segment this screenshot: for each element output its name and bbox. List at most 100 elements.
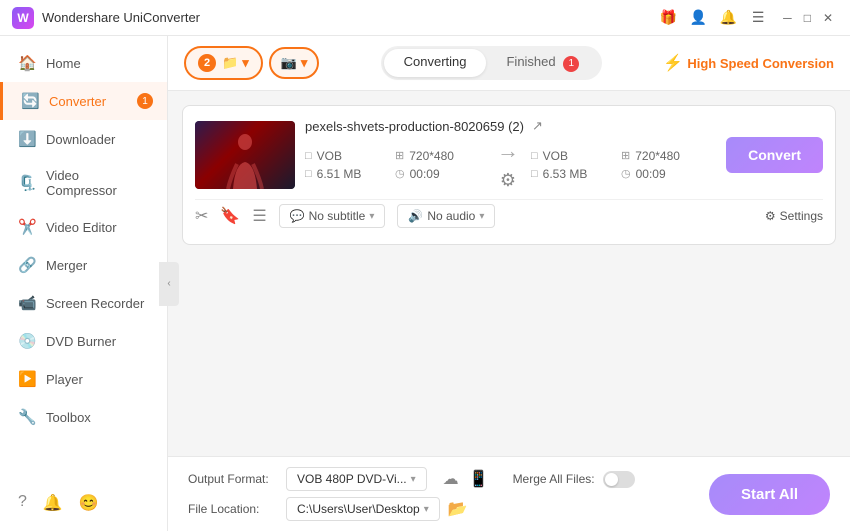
convert-button[interactable]: Convert (726, 137, 823, 173)
sidebar-item-player[interactable]: ▶️ Player (0, 360, 167, 398)
sidebar-label-editor: Video Editor (46, 220, 117, 235)
target-format-item: □ VOB (531, 149, 621, 163)
source-format: VOB (317, 149, 342, 163)
bolt-icon: ⚡ (663, 53, 683, 73)
output-format-label: Output Format: (188, 472, 278, 486)
add-files-label: ▾ (242, 55, 249, 71)
file-row-main: pexels-shvets-production-8020659 (2) ↗ □… (195, 118, 823, 191)
target-duration: 00:09 (636, 167, 666, 181)
source-duration: 00:09 (410, 167, 440, 181)
sidebar-item-dvd-burner[interactable]: 💿 DVD Burner (0, 322, 167, 360)
main-layout: 🏠 Home 🔄 Converter 1 ⬇️ Downloader 🗜️ Vi… (0, 36, 850, 531)
sidebar-bottom: ? 🔔 😊 (0, 483, 167, 523)
titlebar: W Wondershare UniConverter 🎁 👤 🔔 ☰ ─ □ ✕ (0, 0, 850, 36)
maximize-button[interactable]: □ (799, 9, 816, 27)
target-resolution: 720*480 (635, 149, 680, 163)
settings-gear-icon[interactable]: ⚙ (500, 170, 516, 191)
arrow-right-icon: → (497, 138, 519, 164)
sidebar-collapse-button[interactable]: ‹ (159, 262, 179, 306)
target-duration-icon: ◷ (621, 167, 631, 180)
sidebar-item-toolbox[interactable]: 🔧 Toolbox (0, 398, 167, 436)
gift-icon[interactable]: 🎁 (660, 10, 676, 26)
start-all-button[interactable]: Start All (709, 474, 830, 515)
merger-icon: 🔗 (18, 256, 36, 274)
finished-badge: 1 (563, 56, 579, 72)
recorder-icon: 📹 (18, 294, 36, 312)
close-button[interactable]: ✕ (818, 9, 838, 27)
minimize-button[interactable]: ─ (778, 9, 797, 27)
sidebar-label-compressor: Video Compressor (46, 168, 149, 198)
settings-icon: ⚙ (765, 209, 776, 223)
target-specs: □ VOB □ 6.53 MB (531, 149, 621, 181)
bottom-bar: Output Format: VOB 480P DVD-Vi... ▾ ☁ 📱 … (168, 456, 850, 531)
downloader-icon: ⬇️ (18, 130, 36, 148)
window-controls: ─ □ ✕ (778, 9, 838, 27)
high-speed-button[interactable]: ⚡ High Speed Conversion (663, 53, 834, 73)
titlebar-left: W Wondershare UniConverter (12, 7, 200, 29)
sidebar-item-converter[interactable]: 🔄 Converter 1 (0, 82, 167, 120)
feedback-icon[interactable]: 😊 (79, 493, 99, 513)
device-icon[interactable]: 📱 (469, 469, 489, 489)
size-icon: □ (305, 168, 312, 180)
bell-icon[interactable]: 🔔 (720, 10, 736, 26)
toolbar-tabs: Converting Finished 1 (381, 46, 603, 80)
target-size-icon: □ (531, 168, 538, 180)
notification-icon[interactable]: 🔔 (43, 493, 63, 513)
sidebar-item-video-editor[interactable]: ✂️ Video Editor (0, 208, 167, 246)
audio-select[interactable]: 🔊 No audio ▾ (397, 204, 495, 228)
add-files-icon: 📁 (222, 55, 238, 71)
file-specs: □ VOB □ 6.51 MB ⊞ (305, 138, 716, 191)
screenshot-icon: 📷 (281, 55, 297, 71)
subtitle-select[interactable]: 💬 No subtitle ▾ (279, 204, 386, 228)
output-format-select[interactable]: VOB 480P DVD-Vi... ▾ (286, 467, 427, 491)
file-info: pexels-shvets-production-8020659 (2) ↗ □… (305, 118, 716, 191)
user-icon[interactable]: 👤 (690, 10, 706, 26)
sidebar-item-screen-recorder[interactable]: 📹 Screen Recorder (0, 284, 167, 322)
source-format-item: □ VOB (305, 149, 395, 163)
editor-icon: ✂️ (18, 218, 36, 236)
tab-converting[interactable]: Converting (384, 49, 487, 77)
screenshot-caret: ▾ (301, 55, 308, 71)
target-resolution-icon: ⊞ (621, 149, 630, 162)
silhouette-svg (225, 134, 265, 189)
merge-toggle[interactable] (603, 471, 635, 488)
file-location-select[interactable]: C:\Users\User\Desktop ▾ (286, 497, 440, 521)
sidebar-item-video-compressor[interactable]: 🗜️ Video Compressor (0, 158, 167, 208)
sidebar-label-player: Player (46, 372, 83, 387)
menu-icon[interactable]: ☰ (750, 10, 766, 26)
format-action-icons: ☁ 📱 (443, 469, 489, 489)
add-screenshot-button[interactable]: 📷 ▾ (269, 47, 320, 79)
audio-caret: ▾ (479, 211, 484, 222)
player-icon: ▶️ (18, 370, 36, 388)
sidebar-item-home[interactable]: 🏠 Home (0, 44, 167, 82)
file-list: pexels-shvets-production-8020659 (2) ↗ □… (168, 91, 850, 456)
output-format-value: VOB 480P DVD-Vi... (297, 472, 407, 486)
target-format: VOB (543, 149, 568, 163)
help-icon[interactable]: ? (18, 493, 27, 513)
sidebar-item-merger[interactable]: 🔗 Merger (0, 246, 167, 284)
resolution-icon: ⊞ (395, 149, 404, 162)
compressor-icon: 🗜️ (18, 174, 36, 192)
target-resolution-item: ⊞ 720*480 (621, 149, 711, 163)
target-size-item: □ 6.53 MB (531, 167, 621, 181)
location-caret: ▾ (424, 504, 429, 515)
cloud-icon[interactable]: ☁ (443, 469, 459, 489)
file-actions: ✂ 🔖 ☰ 💬 No subtitle ▾ 🔊 No audio ▾ ⚙ (195, 199, 823, 232)
settings-label-btn[interactable]: ⚙ Settings (765, 209, 823, 223)
sidebar: 🏠 Home 🔄 Converter 1 ⬇️ Downloader 🗜️ Vi… (0, 36, 168, 531)
target-specs-2: ⊞ 720*480 ◷ 00:09 (621, 149, 711, 181)
source-specs-2: ⊞ 720*480 ◷ 00:09 (395, 149, 485, 181)
add-files-button[interactable]: 2 📁 ▾ (184, 46, 263, 80)
file-location-value: C:\Users\User\Desktop (297, 502, 420, 516)
output-format-row: Output Format: VOB 480P DVD-Vi... ▾ ☁ 📱 … (188, 467, 693, 491)
toolbar: 2 📁 ▾ 📷 ▾ Converting Finished 1 (168, 36, 850, 91)
sidebar-item-downloader[interactable]: ⬇️ Downloader (0, 120, 167, 158)
cut-icon[interactable]: ✂ (195, 206, 208, 226)
folder-browse-icon[interactable]: 📂 (448, 499, 468, 519)
list-icon[interactable]: ☰ (252, 206, 266, 226)
bottom-left: Output Format: VOB 480P DVD-Vi... ▾ ☁ 📱 … (188, 467, 693, 521)
titlebar-right: 🎁 👤 🔔 ☰ ─ □ ✕ (660, 9, 838, 27)
open-file-icon[interactable]: ↗ (532, 118, 543, 134)
bookmark-icon[interactable]: 🔖 (220, 206, 240, 226)
tab-finished[interactable]: Finished 1 (486, 49, 599, 77)
